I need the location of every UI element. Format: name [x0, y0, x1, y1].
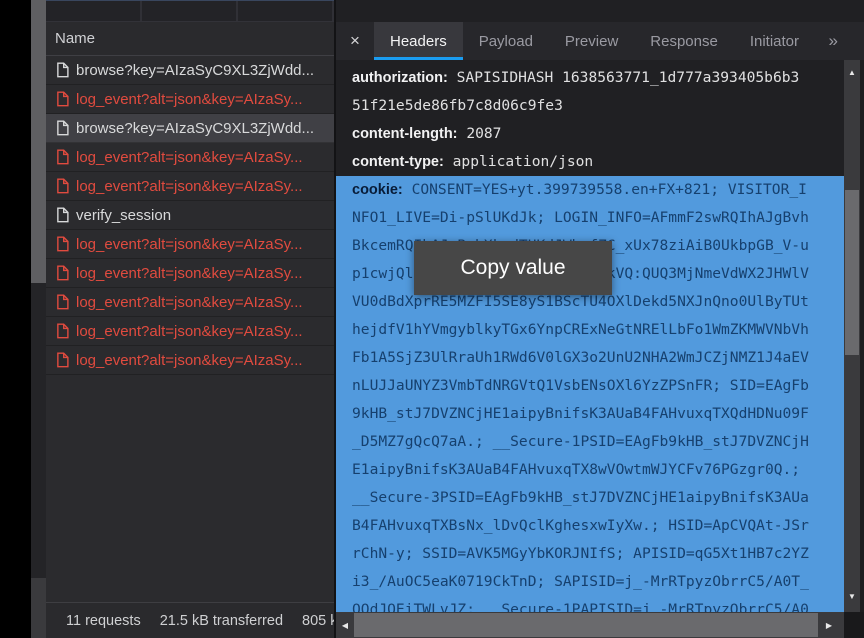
request-details-pane: × HeadersPayloadPreviewResponseInitiator… [336, 0, 864, 638]
header-value-line: B4FAHvuxqTXBsNx_lDvQclKghesxwIyXw.; HSID… [336, 512, 844, 540]
request-row[interactable]: log_event?alt=json&key=AIzaSy... [46, 230, 334, 259]
scrollbar-corner [844, 612, 864, 638]
request-row[interactable]: browse?key=AIzaSyC9XL3ZjWdd... [46, 56, 334, 85]
request-name: log_event?alt=json&key=AIzaSy... [76, 236, 303, 253]
header-name: content-length: [352, 126, 458, 142]
request-name: log_event?alt=json&key=AIzaSy... [76, 352, 303, 369]
network-summary-bar: 11 requests 21.5 kB transferred 805 kB [46, 602, 334, 638]
file-icon [56, 323, 69, 339]
details-tab-bar: × HeadersPayloadPreviewResponseInitiator… [336, 22, 864, 60]
tab-headers[interactable]: Headers [374, 22, 463, 60]
header-value-line: E1aipyBnifsK3AUaB4FAHvuxqTX8wVOwtmWJYCFv… [336, 456, 844, 484]
details-horizontal-scrollbar[interactable]: ◀ ▶ [336, 612, 844, 638]
header-value-line: 9kHB_stJ7DVZNCjHE1aipyBnifsK3AUaB4FAHvux… [336, 400, 844, 428]
request-list-pane: Name browse?key=AIzaSyC9XL3ZjWdd... log_e… [46, 22, 334, 638]
devtools-network-panel: Name browse?key=AIzaSyC9XL3ZjWdd... log_e… [0, 0, 864, 638]
file-icon [56, 149, 69, 165]
request-row[interactable]: log_event?alt=json&key=AIzaSy... [46, 317, 334, 346]
copy-value-menu-item[interactable]: Copy value [414, 241, 612, 295]
tab-preview[interactable]: Preview [549, 22, 634, 60]
tab-initiator[interactable]: Initiator [734, 22, 815, 60]
header-value-line: nLUJJaUNYZ3VmbTdNRGVtQ1VsbENsOXl6YzZPSnF… [336, 372, 844, 400]
header-name: authorization: [352, 70, 448, 86]
column-header-name[interactable]: Name [46, 22, 334, 56]
header-value-line: _D5MZ7gQcQ7aA.; __Secure-1PSID=EAgFb9kHB… [336, 428, 844, 456]
file-icon [56, 294, 69, 310]
summary-resources: 805 kB [302, 613, 334, 629]
summary-transferred: 21.5 kB transferred [160, 613, 283, 629]
request-name: browse?key=AIzaSyC9XL3ZjWdd... [76, 120, 314, 137]
request-name: log_event?alt=json&key=AIzaSy... [76, 91, 303, 108]
request-name: log_event?alt=json&key=AIzaSy... [76, 294, 303, 311]
header-entry: cookie: CONSENT=YES+yt.399739558.en+FX+8… [336, 176, 844, 204]
header-value-line: i3_/AuOC5eaK0719CkTnD; SAPISID=j_-MrRTpy… [336, 568, 844, 596]
request-row[interactable]: log_event?alt=json&key=AIzaSy... [46, 143, 334, 172]
header-entry: content-length: 2087 [336, 120, 844, 148]
file-icon [56, 207, 69, 223]
file-icon [56, 178, 69, 194]
request-name: log_event?alt=json&key=AIzaSy... [76, 149, 303, 166]
scroll-down-icon[interactable]: ▼ [844, 588, 860, 604]
header-name: content-type: [352, 154, 444, 170]
scroll-right-icon[interactable]: ▶ [820, 612, 838, 638]
file-icon [56, 236, 69, 252]
close-icon[interactable]: × [336, 22, 374, 60]
request-row[interactable]: log_event?alt=json&key=AIzaSy... [46, 172, 334, 201]
request-row[interactable]: log_event?alt=json&key=AIzaSy... [46, 288, 334, 317]
header-entry: content-type: application/json [336, 148, 844, 176]
browser-scrollbar-bottom [31, 578, 46, 638]
file-icon [56, 120, 69, 136]
more-tabs-icon[interactable]: » [829, 22, 838, 60]
request-name: verify_session [76, 207, 171, 224]
header-name: cookie: [352, 182, 403, 198]
header-value-line: rChN-y; SSID=AVK5MGyYbKORJNIfS; APISID=q… [336, 540, 844, 568]
details-vertical-scrollbar[interactable]: ▲ ▼ [844, 60, 860, 612]
request-row[interactable]: log_event?alt=json&key=AIzaSy... [46, 346, 334, 375]
request-row[interactable]: log_event?alt=json&key=AIzaSy... [46, 85, 334, 114]
header-value-line: hejdfV1hYVmgyblkyTGx6YnpCRExNeGtNRElLbFo… [336, 316, 844, 344]
file-icon [56, 91, 69, 107]
header-value-line: NFO1_LIVE=Di-pSlUKdJk; LOGIN_INFO=AFmmF2… [336, 204, 844, 232]
request-row[interactable]: verify_session [46, 201, 334, 230]
browser-scrollbar-thumb[interactable] [31, 0, 46, 283]
file-icon [56, 265, 69, 281]
header-value-line: __Secure-3PSID=EAgFb9kHB_stJ7DVZNCjHE1ai… [336, 484, 844, 512]
request-name: log_event?alt=json&key=AIzaSy... [76, 178, 303, 195]
tab-payload[interactable]: Payload [463, 22, 549, 60]
page-background [0, 0, 31, 638]
summary-request-count: 11 requests [66, 613, 141, 629]
horizontal-scrollbar-thumb[interactable] [354, 613, 818, 637]
header-entry: authorization: SAPISIDHASH 1638563771_1d… [336, 64, 844, 92]
scroll-left-icon[interactable]: ◀ [336, 612, 354, 638]
scroll-up-icon[interactable]: ▲ [844, 64, 860, 80]
header-value-line: QOdJQEiTWLvJZ; __Secure-1PAPISID=j_-MrRT… [336, 596, 844, 612]
tab-response[interactable]: Response [634, 22, 734, 60]
request-name: log_event?alt=json&key=AIzaSy... [76, 265, 303, 282]
panel-right-edge [860, 60, 864, 638]
header-value-line: Fb1A5SjZ3UlRraUh1RWd6V0lGX3o2UnU2NHA2WmJ… [336, 344, 844, 372]
browser-scrollbar[interactable] [31, 0, 46, 638]
request-list: browse?key=AIzaSyC9XL3ZjWdd... log_event?… [46, 56, 334, 602]
request-row[interactable]: browse?key=AIzaSyC9XL3ZjWdd... [46, 114, 334, 143]
request-headers-content: authorization: SAPISIDHASH 1638563771_1d… [336, 60, 844, 612]
file-icon [56, 62, 69, 78]
request-name: log_event?alt=json&key=AIzaSy... [76, 323, 303, 340]
header-value-line: 51f21e5de86fb7c8d06c9fe3 [336, 92, 844, 120]
request-row[interactable]: log_event?alt=json&key=AIzaSy... [46, 259, 334, 288]
file-icon [56, 352, 69, 368]
details-tabs: HeadersPayloadPreviewResponseInitiator [374, 22, 815, 60]
vertical-scrollbar-thumb[interactable] [845, 190, 859, 355]
request-name: browse?key=AIzaSyC9XL3ZjWdd... [76, 62, 314, 79]
